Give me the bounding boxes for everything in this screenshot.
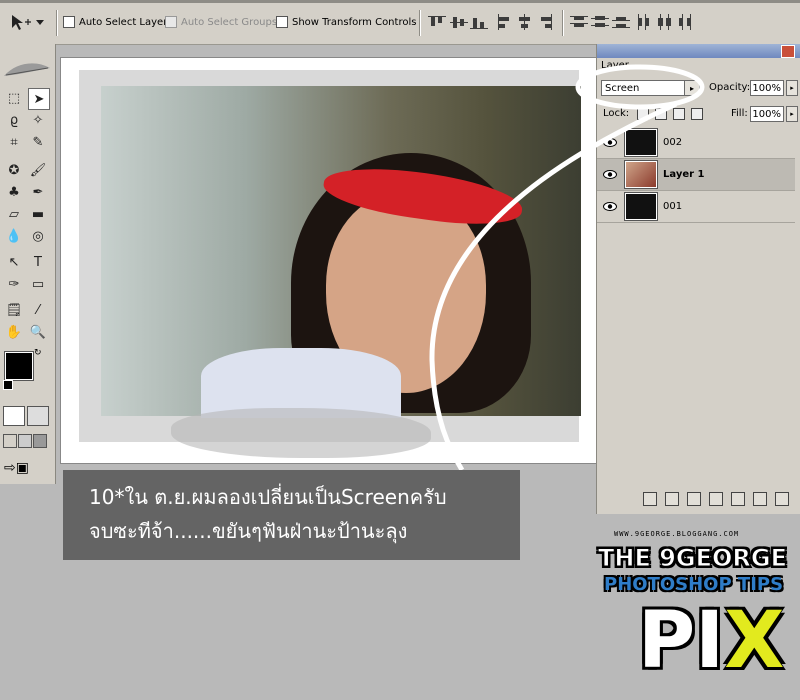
logo-line-1: THE 9GEORGE <box>598 544 788 573</box>
highlight-ellipse <box>575 64 705 110</box>
pointer-curve <box>429 101 678 472</box>
instruction-caption: 10*ใน ต.ย.ผมลองเปลี่ยนเป็นScreenครับ จบซ… <box>63 470 520 560</box>
logo-pix-x: X <box>724 596 785 686</box>
logo-url: WWW.9GEORGE.BLOGGANG.COM <box>614 530 740 538</box>
9george-logo: WWW.9GEORGE.BLOGGANG.COM THE 9GEORGE PHO… <box>598 530 798 695</box>
logo-line-2: PHOTOSHOP TIPS <box>604 574 784 595</box>
logo-pix: PIX <box>638 596 784 686</box>
caption-line-2: จบซะทีจ้า......ขยันๆฟันฝ่านะป้านะลุง <box>89 519 408 543</box>
caption-line-1: 10*ใน ต.ย.ผมลองเปลี่ยนเป็นScreenครับ <box>89 485 447 509</box>
logo-pix-main: PI <box>638 596 725 686</box>
